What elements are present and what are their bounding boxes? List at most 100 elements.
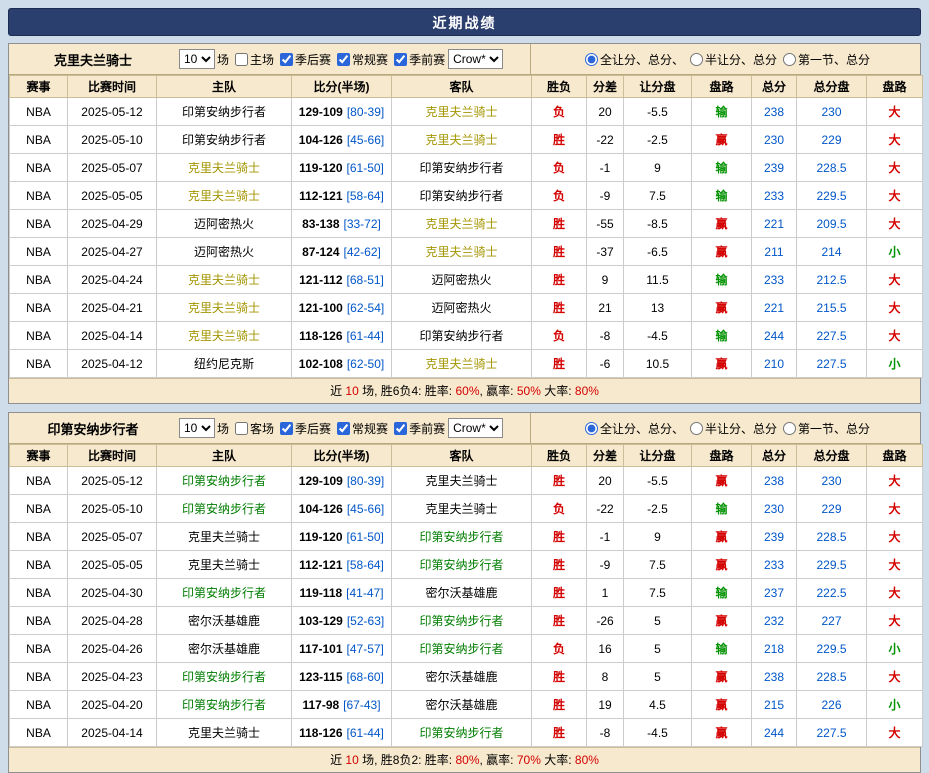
away-team-name[interactable]: 印第安纳步行者 <box>419 530 503 544</box>
total-line-value: 229.5 <box>816 189 846 203</box>
line-type-radio-half[interactable] <box>690 53 703 66</box>
score-cell: 123-115[68-60] <box>292 663 392 691</box>
away-team-name[interactable]: 克里夫兰骑士 <box>425 357 497 371</box>
home-team-name[interactable]: 印第安纳步行者 <box>182 698 266 712</box>
over-under-result-cell: 大 <box>867 579 923 607</box>
full-score: 121-112 <box>299 273 342 287</box>
line-type-radio-half[interactable] <box>690 422 703 435</box>
line-type-radio-full[interactable] <box>585 53 598 66</box>
home-team-name[interactable]: 印第安纳步行者 <box>182 586 266 600</box>
home-team-cell: 克里夫兰骑士 <box>157 266 292 294</box>
point-diff-cell: -1 <box>587 523 624 551</box>
odds-company-select[interactable]: Crow* <box>448 418 503 438</box>
full-score: 129-109 <box>299 474 343 488</box>
full-score: 119-118 <box>299 586 342 600</box>
handicap-result-cell: 赢 <box>692 294 752 322</box>
full-score: 129-109 <box>299 105 343 119</box>
league-cell: NBA <box>10 98 68 126</box>
away-team-name[interactable]: 印第安纳步行者 <box>419 558 503 572</box>
preseason-checkbox[interactable] <box>394 53 407 66</box>
home-team-name[interactable]: 克里夫兰骑士 <box>188 301 260 315</box>
game-row: NBA2025-05-07克里夫兰骑士119-120[61-50]印第安纳步行者… <box>10 154 923 182</box>
column-header: 盘路 <box>867 76 923 98</box>
handicap-result-cell: 赢 <box>692 238 752 266</box>
home-team-name[interactable]: 印第安纳步行者 <box>182 502 266 516</box>
home-team-name[interactable]: 克里夫兰骑士 <box>188 189 260 203</box>
games-count-select[interactable]: 10 <box>179 418 215 438</box>
summary-win-rate: 80% <box>455 753 479 767</box>
preseason-checkbox[interactable] <box>394 422 407 435</box>
point-diff-cell: -8 <box>587 322 624 350</box>
win-loss-flag: 胜 <box>553 217 565 231</box>
league-cell: NBA <box>10 322 68 350</box>
handicap-result-cell: 输 <box>692 266 752 294</box>
over-under-result-cell: 大 <box>867 182 923 210</box>
full-score: 102-108 <box>299 357 343 371</box>
home-team-name[interactable]: 印第安纳步行者 <box>182 474 266 488</box>
away-team-name[interactable]: 克里夫兰骑士 <box>425 133 497 147</box>
away-team-name[interactable]: 克里夫兰骑士 <box>425 217 497 231</box>
win-loss-flag: 胜 <box>553 133 565 147</box>
away-team-cell: 印第安纳步行者 <box>392 607 532 635</box>
regular-season-checkbox[interactable] <box>337 53 350 66</box>
point-diff-cell: 20 <box>587 98 624 126</box>
playoff-checkbox[interactable] <box>280 422 293 435</box>
line-type-radio-full[interactable] <box>585 422 598 435</box>
away-team-name[interactable]: 印第安纳步行者 <box>419 614 503 628</box>
away-team-name: 印第安纳步行者 <box>419 161 503 175</box>
column-header: 比赛时间 <box>68 76 157 98</box>
summary-row: 近 10 场, 胜8负2: 胜率: 80%, 赢率: 70% 大率: 80% <box>9 747 920 772</box>
line-type-radio-q1[interactable] <box>783 53 796 66</box>
away-team-cell: 密尔沃基雄鹿 <box>392 691 532 719</box>
score-cell: 129-109[80-39] <box>292 98 392 126</box>
game-row: NBA2025-04-12纽约尼克斯102-108[62-50]克里夫兰骑士胜-… <box>10 350 923 378</box>
game-row: NBA2025-04-27迈阿密热火87-124[42-62]克里夫兰骑士胜-3… <box>10 238 923 266</box>
home-team-name[interactable]: 克里夫兰骑士 <box>188 273 260 287</box>
match-date-cell: 2025-04-21 <box>68 294 157 322</box>
venue-checkbox[interactable] <box>235 422 248 435</box>
total-line-cell: 230 <box>797 98 867 126</box>
column-header: 胜负 <box>532 445 587 467</box>
venue-checkbox[interactable] <box>235 53 248 66</box>
regular-season-checkbox[interactable] <box>337 422 350 435</box>
odds-company-select[interactable]: Crow* <box>448 49 503 69</box>
away-team-name[interactable]: 克里夫兰骑士 <box>425 245 497 259</box>
total-points-value: 238 <box>764 670 784 684</box>
home-team-cell: 克里夫兰骑士 <box>157 154 292 182</box>
games-count-select[interactable]: 10 <box>179 49 215 69</box>
total-line-cell: 229.5 <box>797 182 867 210</box>
score-cell: 112-121[58-64] <box>292 182 392 210</box>
over-under-flag: 大 <box>888 105 900 119</box>
total-points-value: 221 <box>764 301 784 315</box>
home-team-name[interactable]: 克里夫兰骑士 <box>188 329 260 343</box>
away-team-name[interactable]: 印第安纳步行者 <box>419 726 503 740</box>
handicap-result-flag: 赢 <box>715 245 727 259</box>
score-cell: 118-126[61-44] <box>292 322 392 350</box>
total-line-cell: 227.5 <box>797 719 867 747</box>
total-line-value: 228.5 <box>816 161 846 175</box>
handicap-result-cell: 输 <box>692 579 752 607</box>
away-team-cell: 克里夫兰骑士 <box>392 350 532 378</box>
score-cell: 83-138[33-72] <box>292 210 392 238</box>
away-team-name[interactable]: 印第安纳步行者 <box>419 642 503 656</box>
away-team-cell: 克里夫兰骑士 <box>392 495 532 523</box>
total-points-value: 218 <box>764 642 784 656</box>
result-cell: 负 <box>532 154 587 182</box>
page-title: 近期战绩 <box>8 8 921 36</box>
score-cell: 104-126[45-66] <box>292 126 392 154</box>
line-type-radio-q1[interactable] <box>783 422 796 435</box>
handicap-line-cell: 5 <box>624 635 692 663</box>
home-team-name[interactable]: 印第安纳步行者 <box>182 670 266 684</box>
home-team-cell: 印第安纳步行者 <box>157 579 292 607</box>
column-header: 盘路 <box>867 445 923 467</box>
away-team-name: 迈阿密热火 <box>431 273 491 287</box>
away-team-name[interactable]: 克里夫兰骑士 <box>425 105 497 119</box>
summary-text: 近 <box>330 384 345 398</box>
total-points-value: 239 <box>764 161 784 175</box>
handicap-line-cell: -5.5 <box>624 98 692 126</box>
home-team-name[interactable]: 克里夫兰骑士 <box>188 161 260 175</box>
total-points-value: 215 <box>764 698 784 712</box>
total-points-value: 230 <box>764 502 784 516</box>
column-header: 盘路 <box>692 445 752 467</box>
playoff-checkbox[interactable] <box>280 53 293 66</box>
